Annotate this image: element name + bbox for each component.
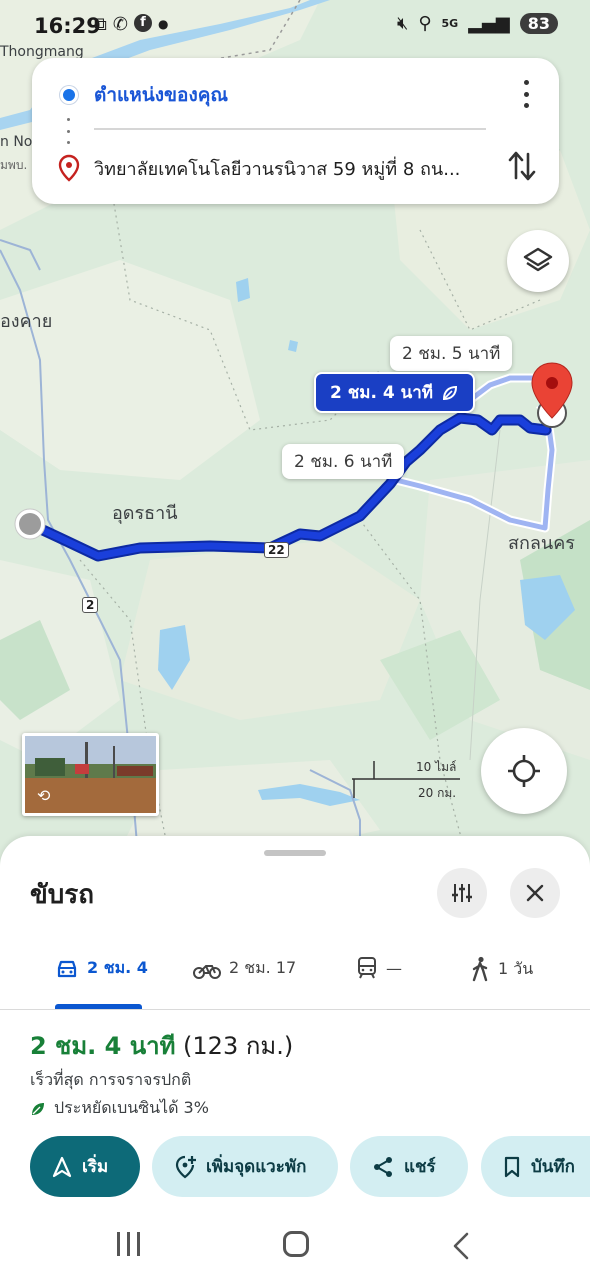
map-view[interactable]: 16:29 ⧉ ✆ f ● 🔇︎ ⚲ 5G ▂▄▆ 83 ตำแหน่งของค… — [0, 0, 590, 880]
tab-drive-label: 2 ชม. 4 — [87, 958, 148, 977]
recent-apps-button[interactable] — [117, 1232, 140, 1256]
share-icon — [374, 1156, 392, 1177]
street-view-thumbnail[interactable]: ⟲ — [22, 733, 159, 816]
tab-walk-label: 1 วัน — [498, 958, 534, 978]
my-location-button[interactable] — [481, 728, 567, 814]
screen-record-icon: ⧉ — [94, 14, 107, 35]
place-label-sakon: สกลนคร — [508, 533, 575, 554]
network-label: 5G — [441, 17, 459, 30]
more-options-icon[interactable] — [519, 80, 533, 108]
place-label-n-no: n No — [0, 134, 33, 150]
connector-dots-icon — [67, 118, 71, 144]
layers-button[interactable] — [507, 230, 569, 292]
dot-icon: ● — [157, 17, 169, 31]
route-duration: 2 ชม. 4 นาที — [30, 1032, 176, 1060]
directions-card: ตำแหน่งของคุณ วิทยาลัยเทคโนโลยีวานรนิวาส… — [32, 58, 559, 204]
location-icon: ⚲ — [418, 13, 432, 34]
facebook-icon: f — [133, 14, 152, 32]
destination-field[interactable]: วิทยาลัยเทคโนโลยีวานรนิวาส 59 หมู่ที่ 8 … — [94, 154, 486, 183]
start-button[interactable]: เริ่ม — [30, 1136, 140, 1197]
car-icon — [57, 960, 77, 977]
add-stop-label: เพิ่มจุดแวะพัก — [206, 1157, 307, 1177]
origin-dot-icon — [60, 86, 78, 104]
transit-icon — [358, 957, 376, 979]
action-buttons: เริ่ม เพิ่มจุดแวะพัก แชร์ บันทึก — [30, 1136, 590, 1198]
place-label-small: มพบ. — [0, 158, 28, 172]
route-options-button[interactable] — [437, 868, 487, 918]
battery-icon: 83 — [519, 13, 558, 34]
tab-motorcycle-label: 2 ชม. 17 — [229, 958, 297, 977]
scale-km: 20 กม. — [418, 786, 457, 800]
layers-icon — [523, 247, 553, 272]
crosshair-icon — [508, 755, 540, 787]
origin-field[interactable]: ตำแหน่งของคุณ — [94, 80, 228, 110]
save-label: บันทึก — [531, 1157, 575, 1177]
route-eco-label: ประหยัดเบนซินได้ 3% — [54, 1098, 209, 1117]
bookmark-icon — [504, 1156, 520, 1177]
share-button[interactable]: แชร์ — [350, 1136, 468, 1197]
destination-pin-icon — [58, 154, 80, 182]
share-label: แชร์ — [404, 1157, 436, 1177]
sheet-drag-handle[interactable] — [264, 850, 326, 856]
close-icon — [526, 884, 544, 902]
system-nav-bar — [0, 1210, 590, 1280]
tab-transit-label: — — [386, 958, 402, 978]
route-eco-info: ประหยัดเบนซินได้ 3% — [30, 1096, 209, 1121]
place-label-nongkhai: องคาย — [0, 311, 53, 332]
swap-icon[interactable] — [507, 148, 537, 184]
tab-transit[interactable]: — — [356, 956, 402, 980]
call-icon: ✆ — [112, 14, 128, 35]
close-button[interactable] — [510, 868, 560, 918]
eco-leaf-icon — [442, 385, 458, 400]
add-stop-button[interactable]: เพิ่มจุดแวะพัก — [152, 1136, 338, 1197]
motorcycle-icon — [193, 964, 221, 979]
travel-mode-tabs: 2 ชม. 4 2 ชม. 17 — 1 วัน — [0, 936, 590, 1010]
status-time: 16:29 — [34, 14, 101, 38]
walk-icon — [472, 956, 488, 982]
place-label-udon: อุดรธานี — [112, 503, 178, 524]
scale-miles: 10 ไมล์ — [416, 760, 457, 774]
route-label-alt-2[interactable]: 2 ชม. 6 นาที — [282, 444, 405, 479]
route-label-main[interactable]: 2 ชม. 4 นาที — [314, 372, 475, 413]
start-button-label: เริ่ม — [82, 1157, 109, 1177]
tab-motorcycle[interactable]: 2 ชม. 17 — [193, 956, 296, 981]
sheet-title: ขับรถ — [30, 880, 94, 910]
route-summary[interactable]: 2 ชม. 4 นาที (123 กม.) — [30, 1026, 293, 1065]
leaf-icon — [32, 1102, 44, 1115]
tune-icon — [452, 884, 472, 902]
card-divider — [94, 128, 486, 130]
navigation-arrow-icon — [52, 1156, 72, 1177]
tab-drive[interactable]: 2 ชม. 4 — [55, 956, 148, 981]
route-distance: (123 กม.) — [183, 1032, 294, 1060]
mute-icon: 🔇︎ — [396, 13, 409, 34]
tab-walk[interactable]: 1 วัน — [470, 956, 533, 982]
active-tab-indicator — [55, 1004, 142, 1009]
route-label-alt-1[interactable]: 2 ชม. 5 นาที — [390, 336, 513, 371]
add-location-icon — [175, 1155, 196, 1178]
save-button[interactable]: บันทึก — [481, 1136, 590, 1197]
back-icon[interactable] — [452, 1232, 470, 1260]
rotate-360-icon: ⟲ — [37, 786, 51, 805]
road-shield-2: 2 — [82, 597, 99, 613]
route-label-main-text: 2 ชม. 4 นาที — [330, 383, 433, 403]
home-button[interactable] — [283, 1231, 309, 1257]
signal-icon: ▂▄▆ — [468, 13, 510, 34]
map-scale: 10 ไมล์ 20 กม. — [352, 758, 462, 802]
route-description: เร็วที่สุด การจราจรปกติ — [30, 1070, 192, 1089]
road-shield-22: 22 — [264, 542, 289, 558]
status-bar: 16:29 ⧉ ✆ f ● 🔇︎ ⚲ 5G ▂▄▆ 83 — [0, 0, 590, 56]
